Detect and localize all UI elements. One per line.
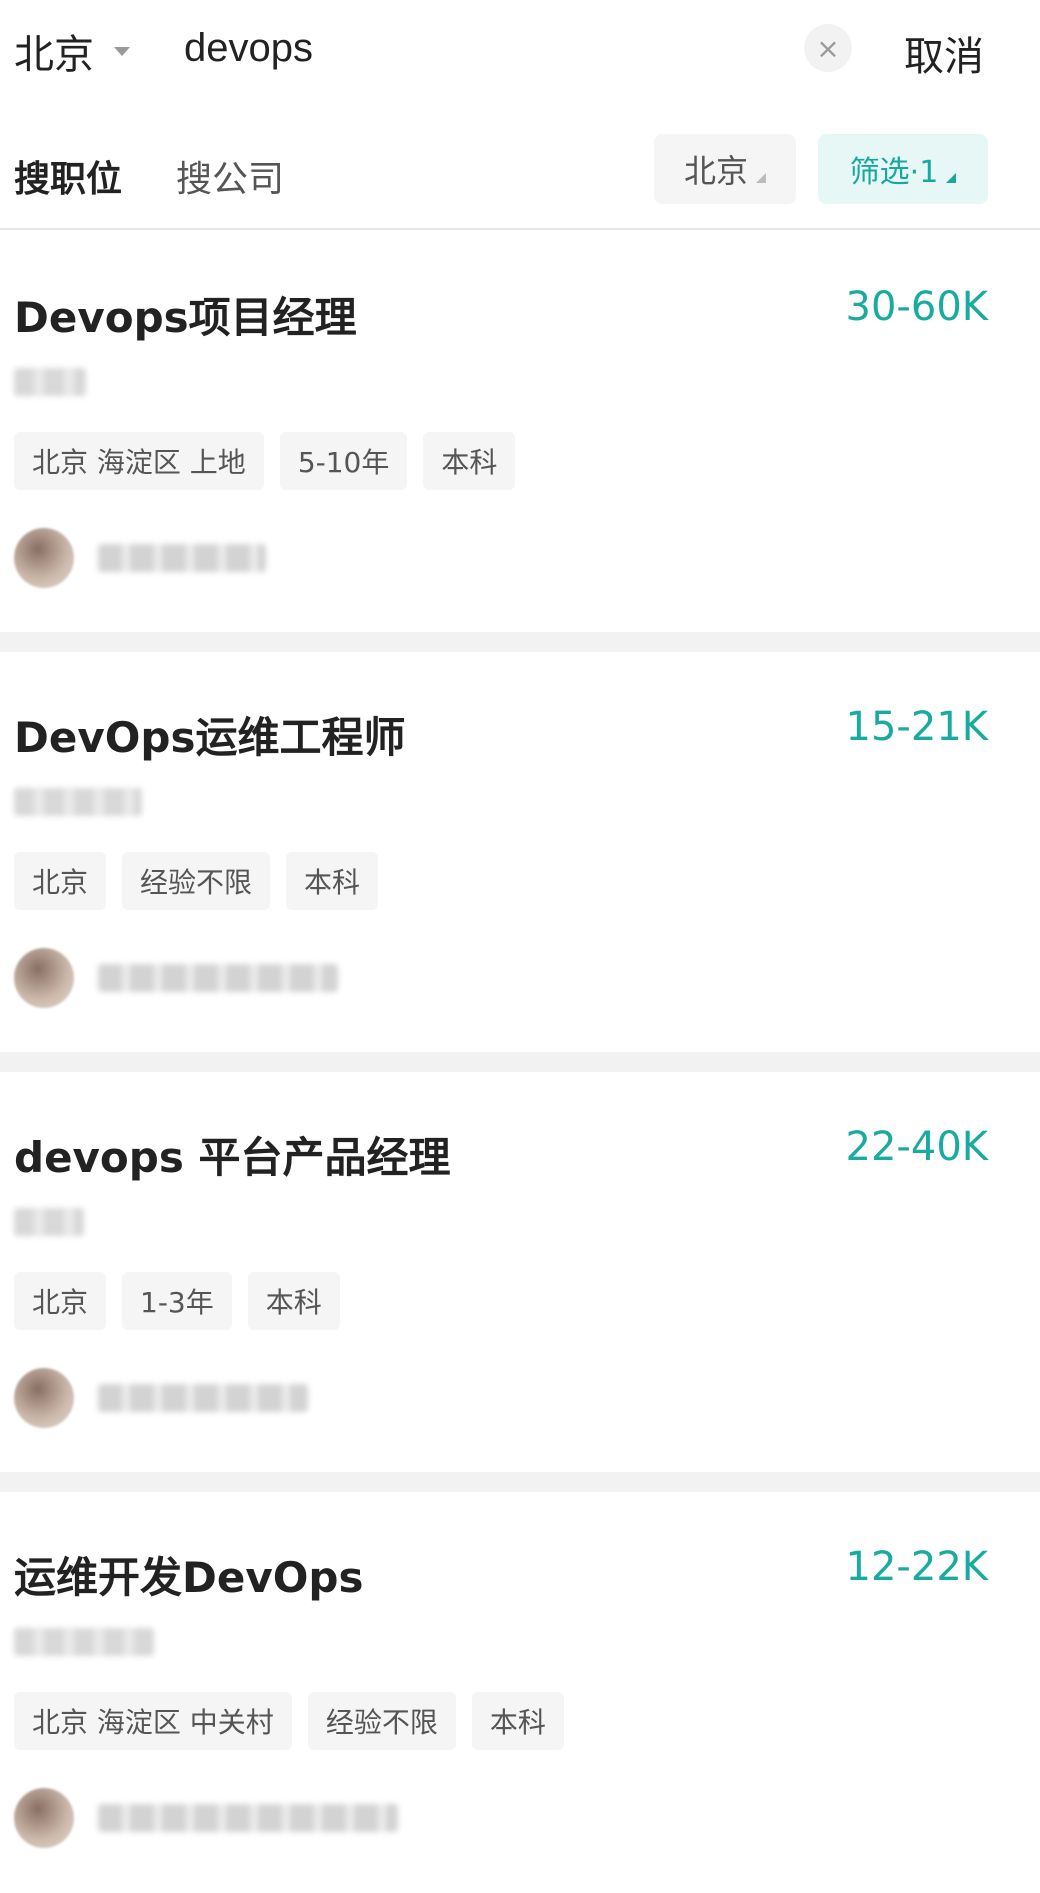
job-tag-experience: 经验不限 xyxy=(122,852,271,910)
dropdown-corner-icon xyxy=(756,173,766,183)
recruiter-avatar xyxy=(14,1368,74,1428)
recruiter-name-redacted xyxy=(98,964,338,992)
job-card[interactable]: Devops项目经理 30-60K 北京 海淀区 上地 5-10年 本科 xyxy=(0,232,1040,632)
clear-search-button[interactable]: × xyxy=(804,24,852,72)
job-tag-location: 北京 xyxy=(14,852,107,910)
company-name-redacted xyxy=(14,788,142,816)
recruiter-avatar xyxy=(14,1788,74,1848)
city-selector-label: 北京 xyxy=(14,32,94,78)
city-filter-label: 北京 xyxy=(683,152,748,190)
city-selector[interactable]: 北京 xyxy=(14,22,130,80)
recruiter-name-redacted xyxy=(98,1384,308,1412)
job-salary: 30-60K xyxy=(845,284,988,330)
close-icon: × xyxy=(816,31,840,65)
job-tag-experience: 1-3年 xyxy=(122,1272,232,1330)
job-tag-education: 本科 xyxy=(471,1692,564,1750)
job-tag-experience: 经验不限 xyxy=(307,1692,456,1750)
job-tag-education: 本科 xyxy=(247,1272,340,1330)
job-salary: 15-21K xyxy=(845,704,988,750)
job-tag-education: 本科 xyxy=(286,852,379,910)
job-title: DevOps运维工程师 xyxy=(14,713,406,762)
job-title: Devops项目经理 xyxy=(14,293,357,342)
card-divider xyxy=(0,632,1040,652)
job-title: 运维开发DevOps xyxy=(14,1553,364,1602)
recruiter-info xyxy=(14,1368,308,1428)
filter-button[interactable]: 筛选·1 xyxy=(818,134,988,204)
job-tag-experience: 5-10年 xyxy=(279,432,408,490)
job-tags: 北京 海淀区 中关村 经验不限 本科 xyxy=(14,1692,564,1750)
search-bar: 北京 × 取消 xyxy=(0,0,1040,100)
recruiter-name-redacted xyxy=(98,544,266,572)
search-input[interactable] xyxy=(184,20,784,76)
dropdown-corner-icon xyxy=(946,173,957,183)
chevron-down-icon xyxy=(114,46,130,56)
recruiter-avatar xyxy=(14,948,74,1008)
card-divider xyxy=(0,1052,1040,1072)
job-card[interactable]: DevOps运维工程师 15-21K 北京 经验不限 本科 xyxy=(0,652,1040,1052)
job-tags: 北京 海淀区 上地 5-10年 本科 xyxy=(14,432,516,490)
job-salary: 12-22K xyxy=(845,1544,988,1590)
cancel-button[interactable]: 取消 xyxy=(904,24,984,82)
tab-search-jobs[interactable]: 搜职位 xyxy=(14,150,122,202)
job-card[interactable]: devops 平台产品经理 22-40K 北京 1-3年 本科 xyxy=(0,1072,1040,1472)
job-title: devops 平台产品经理 xyxy=(14,1133,451,1182)
job-tag-location: 北京 海淀区 上地 xyxy=(14,432,264,490)
card-divider xyxy=(0,1472,1040,1492)
filter-label: 筛选·1 xyxy=(849,155,939,190)
job-tags: 北京 1-3年 本科 xyxy=(14,1272,340,1330)
job-tag-education: 本科 xyxy=(423,432,516,490)
company-name-redacted xyxy=(14,1208,84,1236)
city-filter-button[interactable]: 北京 xyxy=(654,134,796,204)
job-list: Devops项目经理 30-60K 北京 海淀区 上地 5-10年 本科 Dev… xyxy=(0,232,1040,1892)
filter-row: 搜职位 搜公司 北京 筛选·1 xyxy=(0,120,1040,230)
job-tags: 北京 经验不限 本科 xyxy=(14,852,379,910)
recruiter-info xyxy=(14,948,338,1008)
recruiter-avatar xyxy=(14,528,74,588)
tab-search-companies[interactable]: 搜公司 xyxy=(176,150,284,202)
job-salary: 22-40K xyxy=(845,1124,988,1170)
recruiter-info xyxy=(14,1788,398,1848)
recruiter-info xyxy=(14,528,266,588)
recruiter-name-redacted xyxy=(98,1804,398,1832)
job-tag-location: 北京 海淀区 中关村 xyxy=(14,1692,292,1750)
company-name-redacted xyxy=(14,1628,154,1656)
job-card[interactable]: 运维开发DevOps 12-22K 北京 海淀区 中关村 经验不限 本科 xyxy=(0,1492,1040,1892)
company-name-redacted xyxy=(14,368,86,396)
job-tag-location: 北京 xyxy=(14,1272,107,1330)
